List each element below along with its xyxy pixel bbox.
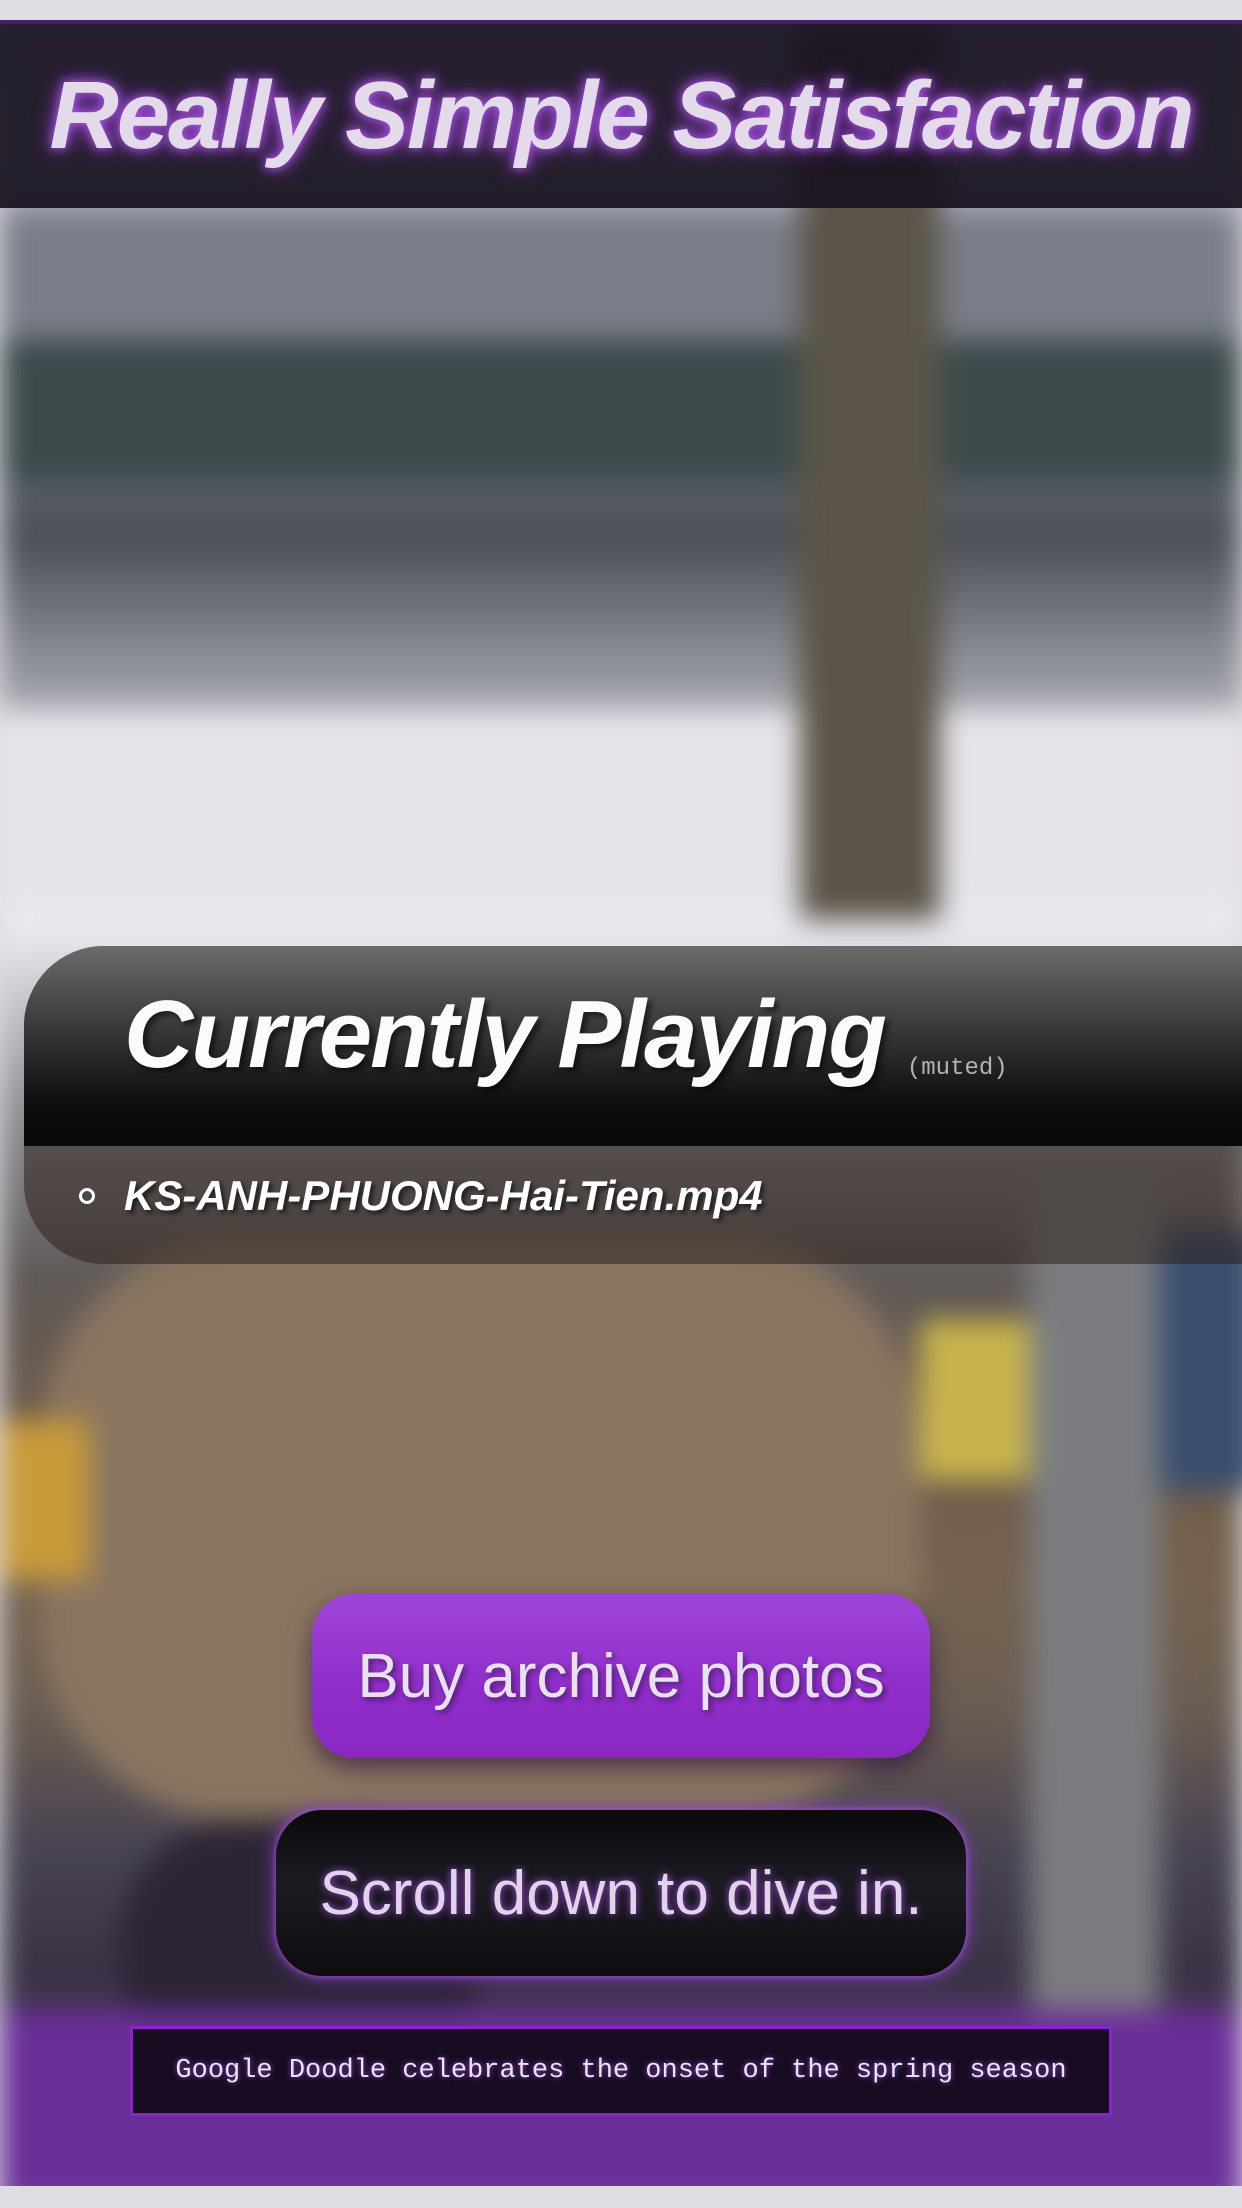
scroll-down-button[interactable]: Scroll down to dive in.: [276, 1810, 966, 1976]
site-title: Really Simple Satisfaction: [49, 62, 1194, 169]
now-playing-title: Currently Playing: [124, 981, 887, 1088]
news-ticker[interactable]: Google Doodle celebrates the onset of th…: [130, 2026, 1112, 2116]
muted-status: (muted): [906, 1055, 1008, 1082]
buy-archive-photos-button[interactable]: Buy archive photos: [312, 1594, 930, 1758]
playlist-item[interactable]: KS-ANH-PHUONG-Hai-Tien.mp4: [79, 1172, 1242, 1220]
page: Really Simple Satisfaction Currently Pla…: [0, 20, 1242, 2186]
site-header: Really Simple Satisfaction: [0, 20, 1242, 208]
playlist: KS-ANH-PHUONG-Hai-Tien.mp4: [24, 1146, 1242, 1220]
now-playing-panel: Currently Playing (muted) KS-ANH-PHUONG-…: [24, 946, 1242, 1264]
news-headline[interactable]: Google Doodle celebrates the onset of th…: [175, 2056, 1066, 2086]
now-playing-header: Currently Playing (muted): [24, 946, 1242, 1146]
